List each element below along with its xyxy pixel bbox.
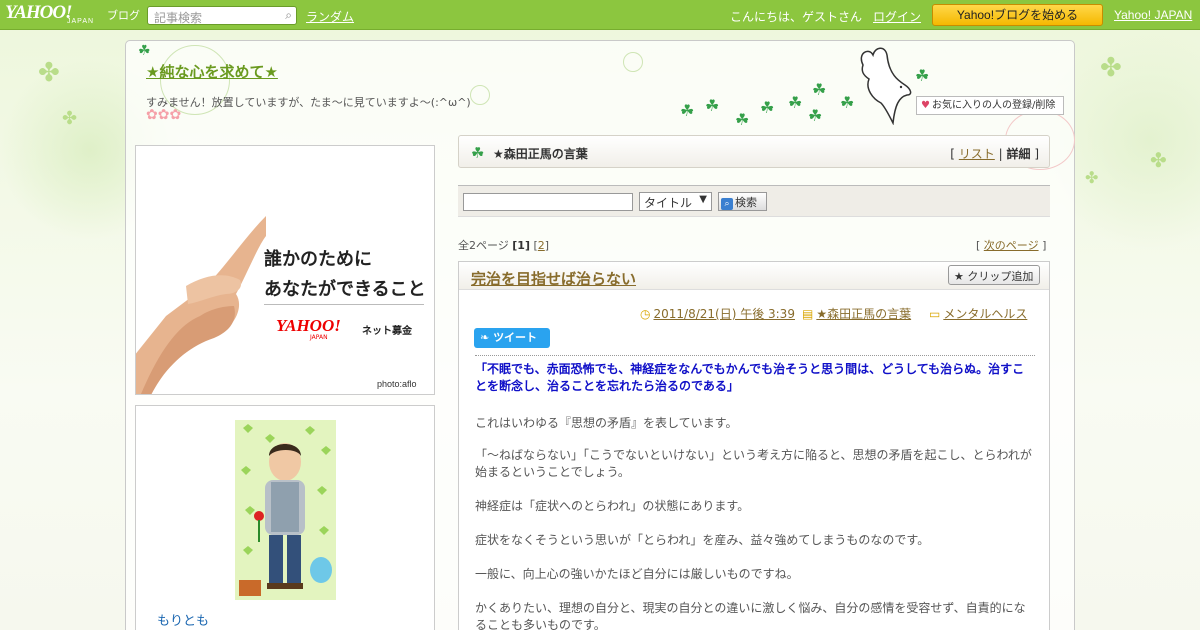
search-field-select[interactable]: タイトル ▼ bbox=[639, 192, 712, 211]
avatar[interactable] bbox=[235, 420, 336, 600]
clover-icon: ☘ bbox=[840, 93, 855, 112]
next-page-link[interactable]: 次のページ bbox=[984, 239, 1039, 252]
theme-title: ★森田正馬の言葉 bbox=[493, 147, 588, 161]
theme-search-bar: タイトル ▼ ⌕ 検索 bbox=[458, 185, 1050, 217]
article-theme: ▤ ★森田正馬の言葉 bbox=[802, 305, 911, 322]
article-date: ◷ 2011/8/21(日) 午後 3:39 bbox=[640, 305, 795, 322]
clover-icon: ☘ bbox=[788, 93, 803, 112]
clover-icon: ☘ bbox=[812, 80, 827, 99]
dove-icon bbox=[860, 47, 912, 125]
avatar-image bbox=[235, 420, 336, 600]
clover-icon: ☘ bbox=[705, 96, 720, 115]
pager-page-2-link[interactable]: 2 bbox=[538, 239, 545, 252]
article-quote: 「不眠でも、赤面恐怖でも、神経症をなんでもかんでも治そうと思う間は、どうしても治… bbox=[475, 362, 1025, 393]
leaf-decoration-icon: ✤ bbox=[1150, 148, 1167, 172]
article: 完治を目指せば治らない ★ クリップ追加 ◷ 2011/8/21(日) 午後 3:… bbox=[458, 261, 1050, 630]
favorite-button-label: お気に入りの人の登録/削除 bbox=[931, 100, 1056, 111]
twitter-bird-icon: ❧ bbox=[480, 331, 490, 344]
clover-icon: ☘ bbox=[915, 66, 930, 85]
article-paragraph: 「～ねばならない」「こうでないといけない」という考え方に陥ると、思想の矛盾を起こ… bbox=[475, 448, 1032, 479]
greeting-text: こんにちは、ゲストさん bbox=[730, 10, 863, 24]
clover-icon: ☘ bbox=[808, 106, 823, 125]
banner-divider bbox=[264, 304, 424, 305]
clock-icon: ◷ bbox=[640, 307, 651, 321]
clip-add-button[interactable]: ★ クリップ追加 bbox=[948, 265, 1040, 285]
article-category-link[interactable]: メンタルヘルス bbox=[943, 307, 1027, 321]
article-paragraph: 一般に、向上心の強いかたほど自分には厳しいものですね。 bbox=[475, 567, 799, 581]
list-view-link[interactable]: リスト bbox=[959, 147, 995, 161]
theme-view-switch: [ リスト | 詳細 ] bbox=[950, 147, 1039, 161]
article-paragraph: かくありたい、理想の自分と、現実の自分との違いに激しく悩み、自分の感情を受容せず… bbox=[475, 601, 1026, 630]
banner-yahoo-logo: YAHOO! bbox=[276, 316, 341, 335]
search-icon: ⌕ bbox=[721, 198, 733, 210]
article-paragraph: 神経症は「症状へのとらわれ」の状態にあります。 bbox=[475, 499, 750, 513]
yahoo-blog-logo[interactable]: YAHOO! JAPAN ブログ bbox=[5, 2, 140, 25]
article-date-link[interactable]: 2011/8/21(日) 午後 3:39 bbox=[653, 307, 794, 321]
pager-current-page: [1] bbox=[512, 239, 530, 252]
clover-icon: ☘ bbox=[471, 144, 485, 162]
tweet-label: ツイート bbox=[493, 331, 538, 344]
leaf-decoration-icon: ✤ bbox=[1100, 53, 1122, 83]
select-value: タイトル bbox=[644, 196, 693, 210]
logo-blog-text: ブログ bbox=[107, 10, 140, 22]
article-search-input[interactable]: 記事検索 ⌕ bbox=[147, 6, 297, 25]
tweet-button[interactable]: ❧ ツイート bbox=[474, 328, 550, 348]
banner-headline-2: あなたができること bbox=[264, 279, 426, 300]
pager-total: 全2ページ bbox=[458, 239, 509, 252]
folder-icon: ▭ bbox=[929, 307, 941, 321]
holding-hands-image bbox=[136, 176, 266, 394]
blog-description: すみません！放置していますが、たま～に見ていますよ～(:^ω^) bbox=[146, 96, 471, 109]
logo-sub-text: JAPAN bbox=[67, 18, 95, 25]
theme-header: ☘ ★森田正馬の言葉 [ リスト | 詳細 ] bbox=[458, 135, 1050, 168]
pager-info: 全2ページ [1] [2] bbox=[458, 239, 550, 252]
search-placeholder: 記事検索 bbox=[154, 11, 203, 25]
clip-button-label: クリップ追加 bbox=[967, 270, 1034, 283]
banner-photo-credit: photo:aflo bbox=[377, 379, 417, 389]
heart-icon: ♥ bbox=[921, 100, 930, 111]
dotted-divider bbox=[475, 355, 1035, 356]
article-paragraph: 症状をなくそうという思いが「とらわれ」を産み、益々強めてしまうものなのです。 bbox=[475, 533, 930, 547]
leaf-decoration-icon: ✤ bbox=[62, 108, 78, 129]
circle-decoration bbox=[623, 52, 643, 72]
yahoo-topbar: YAHOO! JAPAN ブログ 記事検索 ⌕ ランダム こんにちは、ゲストさん… bbox=[0, 0, 1200, 30]
article-category: ▭ メンタルヘルス bbox=[929, 305, 1027, 322]
yahoo-japan-link[interactable]: Yahoo! JAPAN bbox=[1114, 8, 1192, 22]
profile-name-link[interactable]: もりとも bbox=[157, 610, 209, 629]
banner-headline-1: 誰かのために bbox=[264, 249, 372, 270]
star-icon: ★ bbox=[954, 270, 964, 283]
search-button-label: 検索 bbox=[735, 196, 757, 209]
circle-decoration bbox=[470, 85, 490, 105]
book-icon: ▤ bbox=[802, 307, 814, 321]
search-icon[interactable]: ⌕ bbox=[285, 8, 292, 23]
donation-banner[interactable]: 誰かのために あなたができること YAHOO! JAPAN ネット募金 phot… bbox=[135, 145, 435, 395]
leaf-decoration-icon: ✤ bbox=[1085, 168, 1099, 187]
pager-next: [ 次のページ ] bbox=[976, 239, 1047, 252]
login-link[interactable]: ログイン bbox=[873, 8, 921, 25]
clover-icon: ☘ bbox=[680, 101, 695, 120]
article-paragraph: これはいわゆる『思想の矛盾』を表しています。 bbox=[475, 416, 738, 430]
blog-title-link[interactable]: ★純な心を求めて★ bbox=[146, 61, 278, 82]
article-header: 完治を目指せば治らない ★ クリップ追加 bbox=[459, 262, 1049, 290]
clover-icon: ☘ bbox=[735, 110, 750, 129]
leaf-decoration-icon: ✤ bbox=[38, 58, 60, 88]
clover-icon: ☘ bbox=[138, 43, 151, 59]
favorite-register-button[interactable]: ♥ お気に入りの人の登録/削除 bbox=[916, 96, 1064, 115]
random-link[interactable]: ランダム bbox=[306, 8, 354, 25]
chevron-down-icon: ▼ bbox=[699, 194, 707, 205]
banner-yahoo-sub: JAPAN bbox=[310, 334, 328, 341]
article-theme-link[interactable]: ★森田正馬の言葉 bbox=[816, 307, 911, 321]
search-button[interactable]: ⌕ 検索 bbox=[718, 192, 767, 211]
banner-net-donation: ネット募金 bbox=[362, 326, 412, 337]
clover-icon: ☘ bbox=[760, 98, 775, 117]
flower-icon: ✿✿✿ bbox=[146, 107, 182, 123]
keyword-input[interactable] bbox=[463, 193, 633, 211]
logo-text: YAHOO! bbox=[5, 2, 72, 23]
profile-box: もりとも bbox=[135, 405, 435, 630]
detail-view-label: 詳細 bbox=[1006, 147, 1031, 161]
article-title-link[interactable]: 完治を目指せば治らない bbox=[471, 268, 636, 289]
start-blog-button[interactable]: Yahoo!ブログを始める bbox=[932, 4, 1103, 26]
